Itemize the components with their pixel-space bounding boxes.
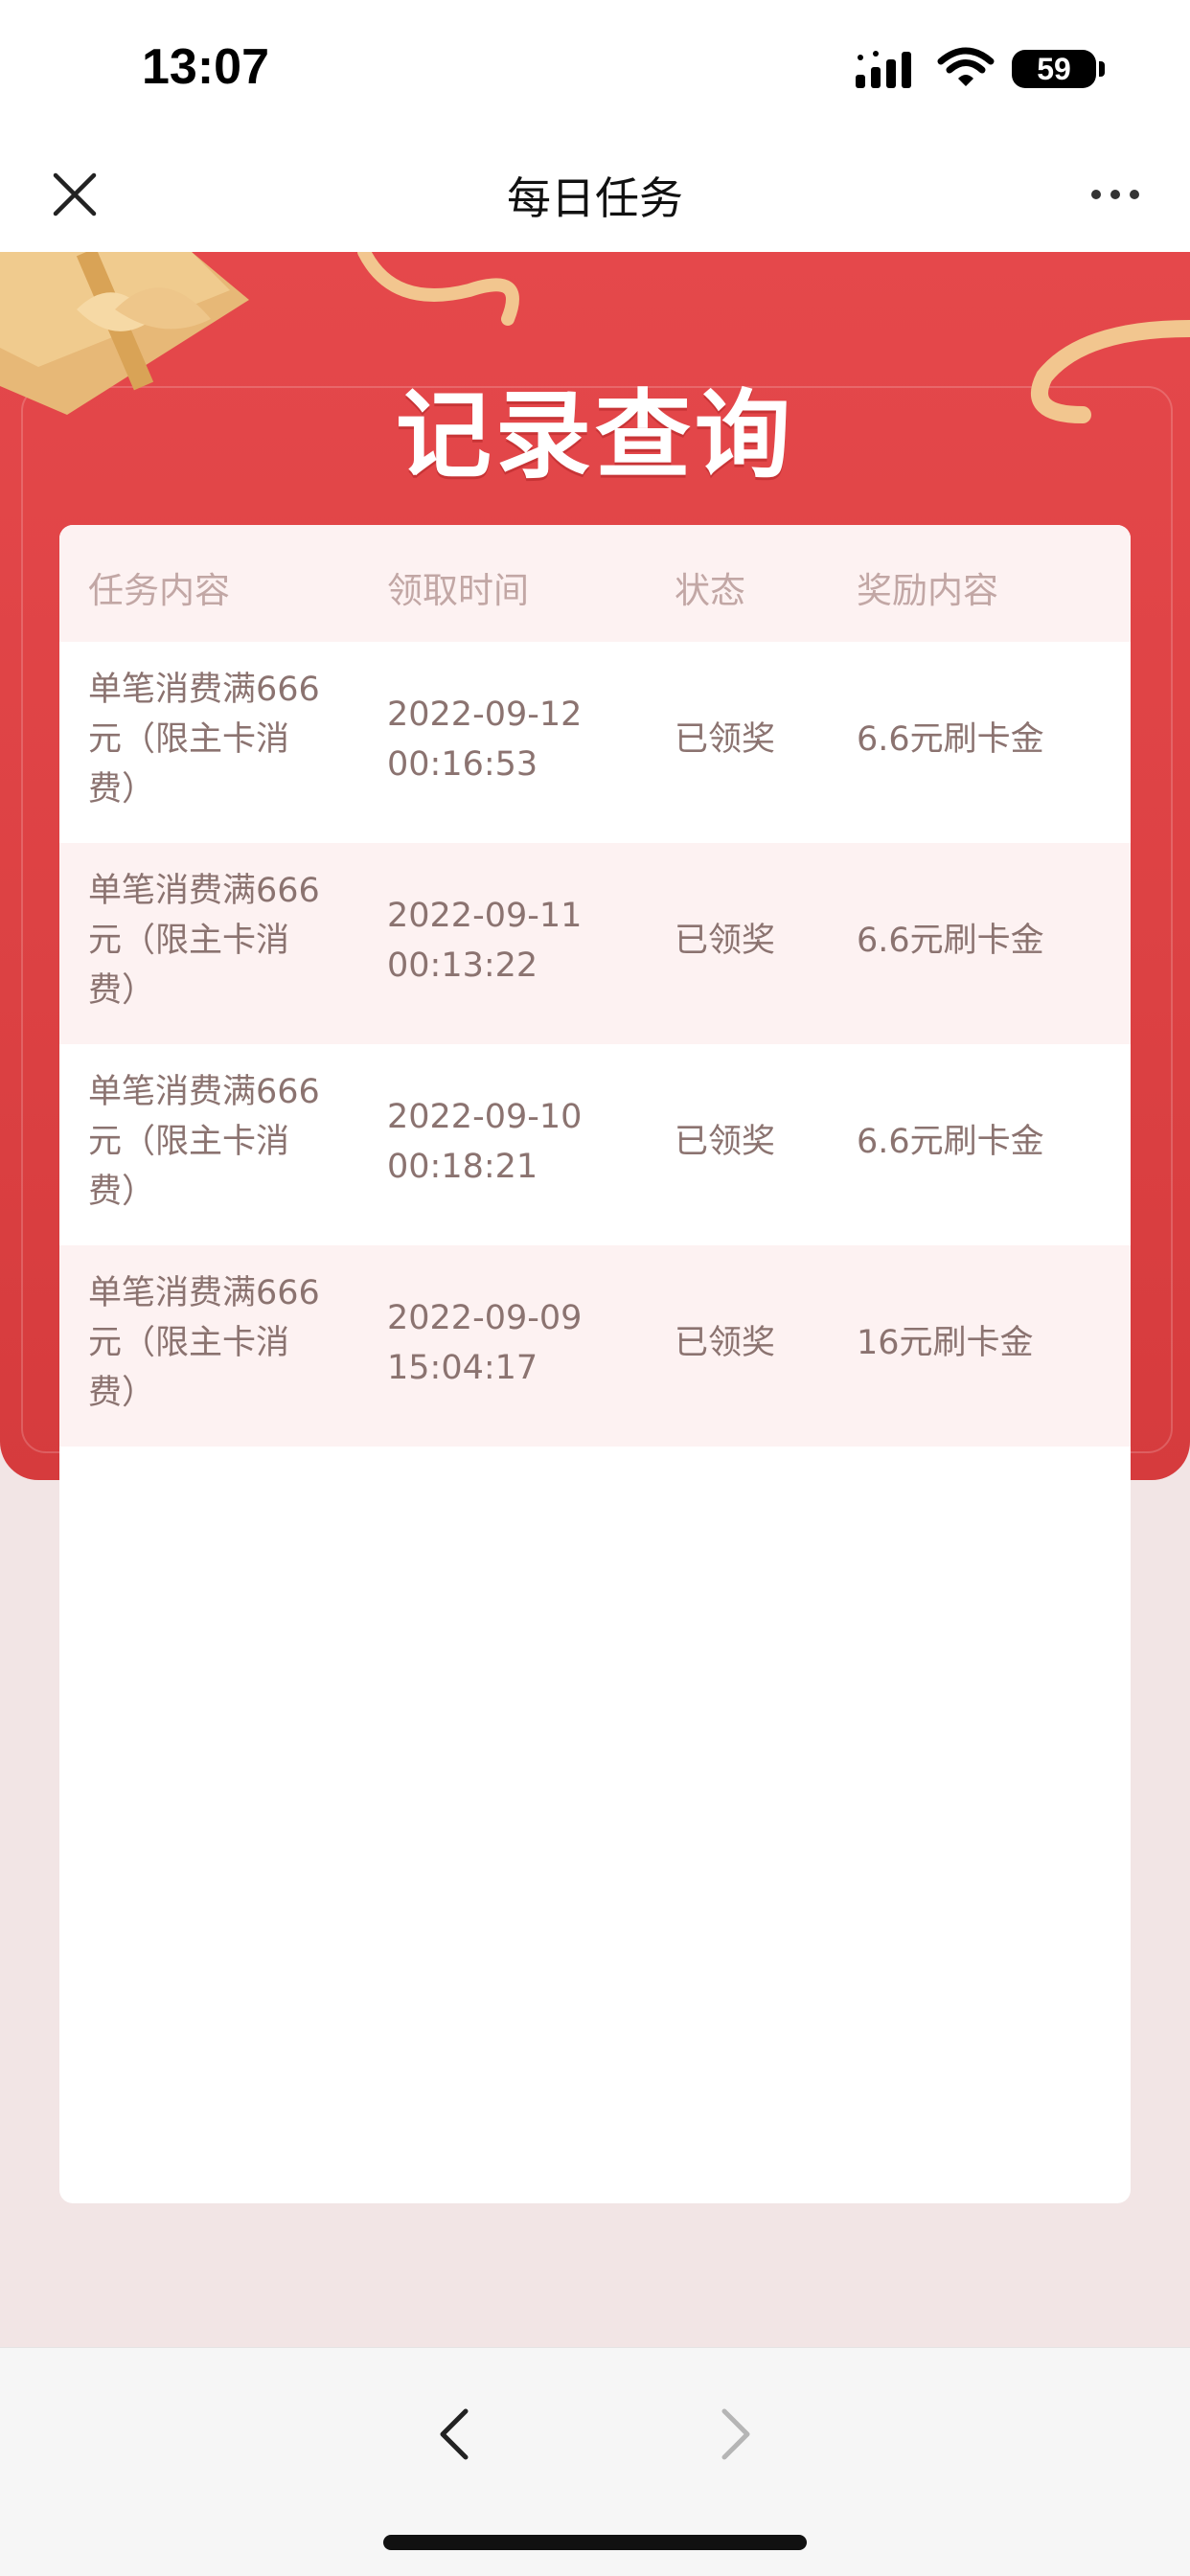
task-text-line: 元（限主卡消	[88, 1324, 290, 1362]
home-indicator[interactable]	[383, 2535, 807, 2550]
task-cell: 单笔消费满666 元（限主卡消 费）	[88, 1268, 328, 1418]
table-row: 单笔消费满666 元（限主卡消 费） 2022-09-11 00:13:22 已…	[59, 843, 1131, 1044]
reward-cell: 6.6元刷卡金	[857, 720, 1044, 759]
time-cell: 2022-09-11 00:13:22	[387, 891, 607, 991]
chevron-right-icon[interactable]	[715, 2405, 757, 2463]
time-date: 2022-09-12	[387, 695, 583, 734]
task-text-line: 元（限主卡消	[88, 720, 290, 759]
table-row: 单笔消费满666 元（限主卡消 费） 2022-09-12 00:16:53 已…	[59, 642, 1131, 843]
reward-cell: 6.6元刷卡金	[857, 922, 1044, 960]
task-text-line: 费）	[88, 1173, 156, 1211]
status-cell: 已领奖	[675, 922, 776, 960]
time-date: 2022-09-10	[387, 1098, 583, 1136]
more-icon[interactable]	[1088, 183, 1142, 206]
records-table: 任务内容 领取时间 状态 奖励内容 单笔消费满666 元（限主卡消 费） 202…	[59, 525, 1131, 2203]
wifi-icon	[937, 47, 995, 86]
time-date: 2022-09-09	[387, 1299, 583, 1337]
time-cell: 2022-09-09 15:04:17	[387, 1293, 607, 1393]
task-text-line: 单笔消费满666	[88, 1073, 320, 1111]
task-text-line: 单笔消费满666	[88, 872, 320, 910]
table-row: 单笔消费满666 元（限主卡消 费） 2022-09-09 15:04:17 已…	[59, 1245, 1131, 1447]
time-clock: 00:16:53	[387, 745, 538, 784]
time-clock: 00:13:22	[387, 946, 538, 985]
task-text-line: 元（限主卡消	[88, 1123, 290, 1161]
task-text-line: 单笔消费满666	[88, 671, 320, 709]
battery-indicator: 59	[1012, 50, 1096, 88]
status-time: 13:07	[142, 39, 269, 95]
time-cell: 2022-09-10 00:18:21	[387, 1092, 607, 1192]
column-header-time: 领取时间	[387, 570, 529, 611]
status-cell: 已领奖	[675, 720, 776, 759]
column-header-status: 状态	[675, 570, 745, 611]
task-text-line: 费）	[88, 971, 156, 1010]
reward-cell: 6.6元刷卡金	[857, 1123, 1044, 1161]
status-cell: 已领奖	[675, 1324, 776, 1362]
table-header: 任务内容 领取时间 状态 奖励内容	[59, 525, 1131, 642]
task-text-line: 单笔消费满666	[88, 1274, 320, 1312]
task-cell: 单笔消费满666 元（限主卡消 费）	[88, 1067, 328, 1217]
task-cell: 单笔消费满666 元（限主卡消 费）	[88, 665, 328, 814]
cellular-signal-icon	[856, 51, 911, 88]
nav-bar: 每日任务	[0, 139, 1190, 252]
reward-cell: 16元刷卡金	[857, 1324, 1034, 1362]
banner-title: 记录查询	[396, 379, 794, 491]
task-text-line: 费）	[88, 770, 156, 809]
ribbon-decoration	[357, 252, 519, 326]
chevron-left-icon[interactable]	[433, 2405, 475, 2463]
status-bar: 13:07 59	[0, 0, 1190, 139]
task-text-line: 费）	[88, 1374, 156, 1412]
time-date: 2022-09-11	[387, 897, 583, 935]
time-clock: 15:04:17	[387, 1349, 538, 1387]
table-row: 单笔消费满666 元（限主卡消 费） 2022-09-10 00:18:21 已…	[59, 1044, 1131, 1245]
task-text-line: 元（限主卡消	[88, 922, 290, 960]
time-clock: 00:18:21	[387, 1148, 538, 1186]
column-header-task: 任务内容	[88, 570, 230, 611]
time-cell: 2022-09-12 00:16:53	[387, 690, 607, 789]
battery-cap	[1099, 61, 1105, 77]
task-cell: 单笔消费满666 元（限主卡消 费）	[88, 866, 328, 1015]
page-title: 每日任务	[507, 172, 683, 224]
column-header-reward: 奖励内容	[857, 570, 998, 611]
status-cell: 已领奖	[675, 1123, 776, 1161]
